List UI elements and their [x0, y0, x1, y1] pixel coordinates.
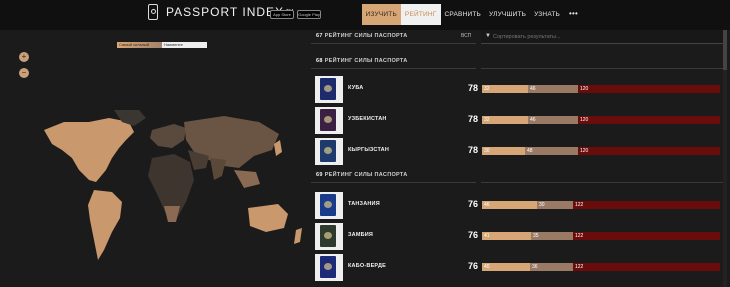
visa-breakdown-bar: 32 46 120 — [482, 85, 720, 93]
visa-breakdown-bar: 46 30 122 — [482, 201, 720, 209]
zoom-in-button[interactable]: + — [19, 52, 29, 62]
map-new-zealand[interactable] — [294, 228, 302, 244]
visa-required-segment: 120 — [578, 147, 720, 155]
visa-required-segment: 122 — [573, 201, 720, 209]
rank-divider — [481, 182, 723, 183]
world-map[interactable] — [34, 110, 309, 285]
passport-cover-icon — [320, 256, 336, 278]
visa-free-segment: 32 — [482, 116, 528, 124]
passport-image — [315, 107, 343, 134]
map-north-america[interactable] — [44, 118, 134, 182]
top-bar: PASSPORT INDEX TM App Store Google Play … — [0, 0, 730, 30]
map-southeast-asia[interactable] — [234, 170, 260, 188]
map-legend: Самый сильный Наименее — [117, 42, 207, 48]
rank-divider — [311, 43, 476, 44]
visa-required-segment: 120 — [578, 116, 720, 124]
visa-on-arrival-segment: 36 — [530, 263, 573, 271]
scroll-thumb[interactable] — [723, 30, 727, 70]
passport-cover-icon — [320, 78, 336, 100]
main-nav: ИЗУЧИТЬ РЕЙТИНГ СРАВНИТЬ УЛУЧШИТЬ УЗНАТЬ… — [361, 4, 583, 25]
google-play-badge[interactable]: Google Play — [297, 10, 321, 19]
passport-image — [315, 138, 343, 165]
visa-free-segment: 32 — [482, 85, 528, 93]
rank-divider — [481, 68, 723, 69]
visa-required-segment: 120 — [578, 85, 720, 93]
country-row-tanzania[interactable]: ТАНЗАНИЯ 76 46 30 122 — [311, 191, 725, 221]
mobility-score: 76 — [468, 230, 479, 240]
rank-group-69: 69 РЕЙТИНГ СИЛЫ ПАСПОРТА — [316, 172, 408, 178]
passport-logo-icon — [148, 4, 158, 20]
logo-text: PASSPORT INDEX — [166, 5, 285, 19]
country-row-kyrgyzstan[interactable]: КЫРГЫЗСТАН 78 30 48 120 — [311, 137, 725, 167]
country-name: КЫРГЫЗСТАН — [348, 147, 390, 153]
mobility-score: 76 — [468, 261, 479, 271]
country-row-cabo-verde[interactable]: КАБО-ВЕРДЕ 76 40 36 122 — [311, 253, 725, 283]
nav-explore[interactable]: ИЗУЧИТЬ — [361, 4, 401, 25]
mobility-score: 78 — [468, 145, 479, 155]
country-name: ЗАМБИЯ — [348, 232, 374, 238]
passport-cover-icon — [320, 109, 336, 131]
country-name: ТАНЗАНИЯ — [348, 201, 380, 207]
passport-image — [315, 254, 343, 281]
visa-breakdown-bar: 32 46 120 — [482, 116, 720, 124]
sort-results-field[interactable]: ▼ — [481, 30, 723, 44]
nav-improve[interactable]: УЛУЧШИТЬ — [485, 4, 530, 25]
filter-icon: ▼ — [485, 33, 491, 39]
app-store-badge[interactable]: App Store — [270, 10, 294, 19]
visa-free-segment: 30 — [482, 147, 525, 155]
passport-image — [315, 192, 343, 219]
nav-compare[interactable]: СРАВНИТЬ — [441, 4, 485, 25]
passport-cover-icon — [320, 225, 336, 247]
country-row-cuba[interactable]: КУБА 78 32 46 120 — [311, 75, 725, 105]
nav-ranking[interactable]: РЕЙТИНГ — [400, 4, 441, 25]
vsp-label: ВСП — [461, 33, 472, 39]
country-row-zambia[interactable]: ЗАМБИЯ 76 41 35 122 — [311, 222, 725, 252]
rank-divider — [311, 68, 476, 69]
mobility-score: 78 — [468, 114, 479, 124]
visa-on-arrival-segment: 48 — [525, 147, 578, 155]
country-name: КАБО-ВЕРДЕ — [348, 263, 386, 269]
country-name: УЗБЕКИСТАН — [348, 116, 387, 122]
visa-required-segment: 122 — [573, 232, 720, 240]
visa-breakdown-bar: 30 48 120 — [482, 147, 720, 155]
visa-required-segment: 122 — [573, 263, 720, 271]
map-africa-south[interactable] — [164, 206, 180, 222]
visa-breakdown-bar: 41 35 122 — [482, 232, 720, 240]
country-name: КУБА — [348, 85, 364, 91]
visa-on-arrival-segment: 46 — [528, 85, 578, 93]
visa-on-arrival-segment: 30 — [537, 201, 573, 209]
map-india[interactable] — [210, 158, 226, 180]
mobility-score: 76 — [468, 199, 479, 209]
passport-cover-icon — [320, 140, 336, 162]
visa-on-arrival-segment: 35 — [531, 232, 573, 240]
legend-weakest: Наименее — [162, 42, 207, 48]
more-menu-icon[interactable]: ••• — [564, 4, 583, 25]
visa-free-segment: 41 — [482, 232, 531, 240]
nav-learn[interactable]: УЗНАТЬ — [530, 4, 564, 25]
zoom-out-button[interactable]: − — [19, 68, 29, 78]
visa-free-segment: 46 — [482, 201, 537, 209]
legend-strongest: Самый сильный — [117, 42, 162, 48]
sort-results-input[interactable] — [493, 31, 713, 42]
visa-on-arrival-segment: 46 — [528, 116, 578, 124]
map-europe[interactable] — [150, 124, 186, 148]
map-south-america[interactable] — [88, 190, 122, 260]
mobility-score: 78 — [468, 83, 479, 93]
map-australia[interactable] — [248, 204, 288, 232]
passport-image — [315, 223, 343, 250]
passport-image — [315, 76, 343, 103]
visa-breakdown-bar: 40 36 122 — [482, 263, 720, 271]
rank-group-68: 68 РЕЙТИНГ СИЛЫ ПАСПОРТА — [316, 58, 408, 64]
rank-divider — [311, 182, 476, 183]
visa-free-segment: 40 — [482, 263, 530, 271]
country-row-uzbekistan[interactable]: УЗБЕКИСТАН 78 32 46 120 — [311, 106, 725, 136]
rank-group-67: 67 РЕЙТИНГ СИЛЫ ПАСПОРТА — [316, 33, 408, 39]
list-scrollbar[interactable] — [723, 30, 727, 287]
passport-cover-icon — [320, 194, 336, 216]
